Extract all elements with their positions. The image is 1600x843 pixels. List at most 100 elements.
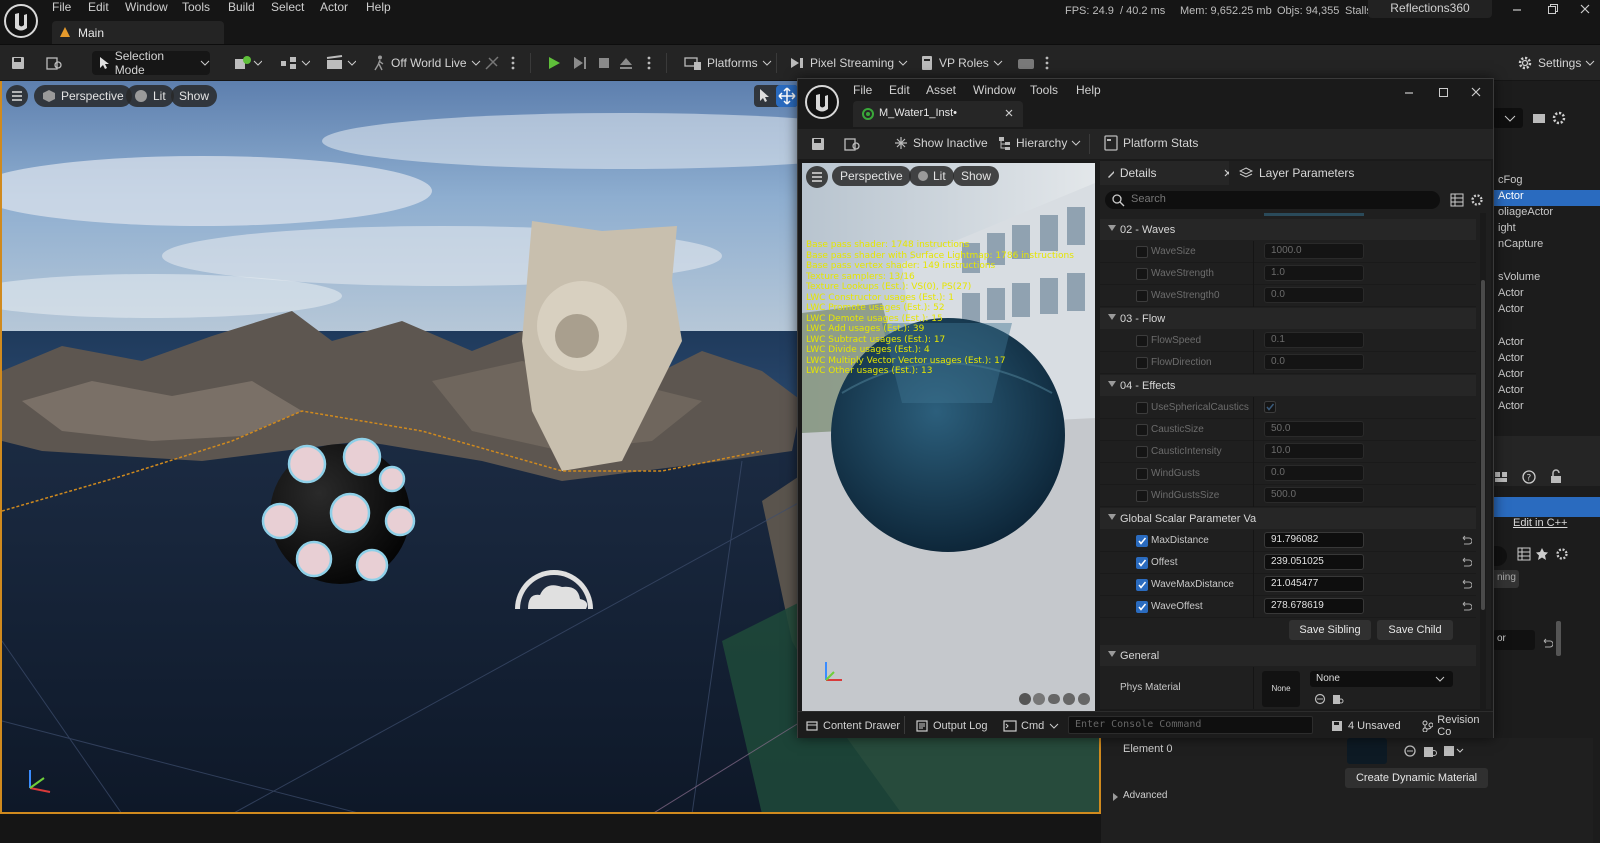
details-table-icon[interactable]: [1450, 193, 1464, 207]
tab-details[interactable]: Details: [1100, 161, 1229, 185]
param-value-input[interactable]: 0.0: [1264, 287, 1364, 303]
phys-material-dropdown[interactable]: None: [1310, 671, 1453, 687]
console-command-input[interactable]: Enter Console Command: [1068, 716, 1313, 734]
outliner-filter-dropdown[interactable]: [1493, 108, 1523, 128]
param-override-checkbox[interactable]: [1136, 246, 1148, 258]
select-tool-icon[interactable]: [758, 88, 772, 104]
menu-window[interactable]: Window: [125, 0, 168, 14]
world-dropdown[interactable]: Off World Live: [372, 51, 481, 75]
outliner-settings-icon[interactable]: [1551, 110, 1567, 126]
param-override-checkbox[interactable]: [1136, 468, 1148, 480]
outliner-row[interactable]: Actor: [1493, 336, 1600, 352]
selection-mode-dropdown[interactable]: Selection Mode: [92, 49, 210, 77]
param-override-checkbox[interactable]: [1136, 357, 1148, 369]
menu-actor[interactable]: Actor: [320, 0, 348, 14]
unsaved-button[interactable]: 4 Unsaved: [1331, 717, 1401, 735]
mw-minimize-icon[interactable]: [1402, 85, 1416, 99]
param-value-input[interactable]: 239.051025: [1264, 554, 1364, 570]
mw-menu-tools[interactable]: Tools: [1030, 83, 1058, 97]
mw-menu-asset[interactable]: Asset: [926, 83, 956, 97]
param-override-checkbox[interactable]: [1136, 290, 1148, 302]
material-options-icon[interactable]: [1443, 744, 1465, 758]
mw-menu-file[interactable]: File: [853, 83, 872, 97]
output-log-button[interactable]: Output Log: [916, 717, 987, 735]
param-value-input[interactable]: 50.0: [1264, 421, 1364, 437]
menu-build[interactable]: Build: [228, 0, 255, 14]
preview-perspective-button[interactable]: Perspective: [832, 166, 911, 186]
advanced-expander[interactable]: [1111, 792, 1121, 802]
param-override-checkbox[interactable]: [1136, 535, 1148, 547]
param-override-checkbox[interactable]: [1136, 335, 1148, 347]
details-scrollbar-thumb[interactable]: [1481, 280, 1485, 610]
outliner-row[interactable]: nCapture: [1493, 238, 1600, 254]
outliner-row-selected[interactable]: Actor: [1493, 190, 1600, 206]
save-sibling-button[interactable]: Save Sibling: [1289, 620, 1371, 640]
edit-in-cpp-link[interactable]: Edit in C++: [1513, 517, 1567, 529]
minimize-icon[interactable]: [1510, 2, 1524, 16]
naming-button[interactable]: ning: [1493, 570, 1519, 588]
help-icon[interactable]: ?: [1521, 469, 1537, 485]
create-dynamic-material-button[interactable]: Create Dynamic Material: [1345, 768, 1488, 788]
mw-browse-icon[interactable]: [844, 136, 862, 152]
category-effects[interactable]: 04 - Effects: [1100, 375, 1476, 396]
param-override-checkbox[interactable]: [1136, 490, 1148, 502]
reset-to-default-icon[interactable]: [1460, 600, 1472, 612]
settings-dropdown[interactable]: Settings: [1517, 51, 1595, 75]
outliner-row[interactable]: Actor: [1493, 384, 1600, 400]
param-value-input[interactable]: 500.0: [1264, 487, 1364, 503]
menu-tools[interactable]: Tools: [182, 0, 210, 14]
pixel-streaming-dropdown[interactable]: Pixel Streaming: [789, 51, 908, 75]
save-child-button[interactable]: Save Child: [1377, 620, 1453, 640]
outliner-row[interactable]: oliageActor: [1493, 206, 1600, 222]
favorite-star-icon[interactable]: [1535, 547, 1549, 561]
selected-component-row[interactable]: [1493, 497, 1600, 517]
mw-menu-edit[interactable]: Edit: [889, 83, 910, 97]
outliner-row[interactable]: Actor: [1493, 287, 1600, 303]
menu-file[interactable]: File: [52, 0, 71, 14]
category-general[interactable]: General: [1100, 645, 1476, 666]
component-icon[interactable]: [1493, 469, 1509, 485]
preview-lit-button[interactable]: Lit: [909, 166, 954, 186]
param-value-input[interactable]: 21.045477: [1264, 576, 1364, 592]
stop-icon[interactable]: [596, 51, 612, 75]
show-inactive-button[interactable]: Show Inactive: [893, 135, 988, 151]
param-value-input[interactable]: 91.796082: [1264, 532, 1364, 548]
add-folder-icon[interactable]: [1531, 110, 1547, 126]
reset-arrow-icon[interactable]: [1541, 637, 1553, 649]
param-value-input[interactable]: 278.678619: [1264, 598, 1364, 614]
preview-menu-button[interactable]: [806, 166, 828, 188]
tab-m-water1-inst[interactable]: M_Water1_Inst•: [853, 101, 1023, 127]
menu-edit[interactable]: Edit: [88, 0, 109, 14]
param-value-input[interactable]: 10.0: [1264, 443, 1364, 459]
step-icon[interactable]: [572, 51, 588, 75]
viewport-menu-button[interactable]: [6, 85, 28, 107]
unreal-logo-icon[interactable]: [3, 3, 39, 39]
browse-asset-icon[interactable]: [1332, 693, 1344, 705]
category-waves[interactable]: 02 - Waves: [1100, 219, 1476, 240]
component-dropdown[interactable]: or: [1493, 630, 1535, 650]
category-global-scalar[interactable]: Global Scalar Parameter Va: [1100, 508, 1476, 529]
use-selected-icon[interactable]: [1403, 744, 1417, 758]
vp-tools-icon[interactable]: [1016, 51, 1036, 75]
param-value-input[interactable]: 0.0: [1264, 465, 1364, 481]
browse-asset-icon[interactable]: [1423, 744, 1437, 758]
mw-maximize-icon[interactable]: [1436, 85, 1450, 99]
hierarchy-dropdown[interactable]: Hierarchy: [998, 135, 1081, 151]
param-override-checkbox[interactable]: [1136, 402, 1148, 414]
material-preview-viewport[interactable]: Base pass shader: 1748 instructions Base…: [802, 163, 1095, 711]
param-override-checkbox[interactable]: [1136, 424, 1148, 436]
eject-icon[interactable]: [618, 51, 634, 75]
details-scrollbar[interactable]: [1556, 621, 1561, 656]
tab-layer-parameters[interactable]: Layer Parameters: [1235, 161, 1354, 185]
param-override-checkbox[interactable]: [1136, 268, 1148, 280]
preview-shape-buttons[interactable]: [1017, 691, 1093, 707]
save-icon[interactable]: [10, 51, 26, 75]
details-settings-icon[interactable]: [1555, 547, 1569, 561]
platforms-dropdown[interactable]: Platforms: [684, 51, 772, 75]
modes-icon[interactable]: [484, 51, 500, 75]
param-override-checkbox[interactable]: [1136, 446, 1148, 458]
menu-help[interactable]: Help: [366, 0, 391, 14]
phys-material-thumbnail[interactable]: None: [1262, 671, 1300, 707]
outliner-row[interactable]: Actor: [1493, 352, 1600, 368]
lock-icon[interactable]: [1548, 469, 1564, 485]
